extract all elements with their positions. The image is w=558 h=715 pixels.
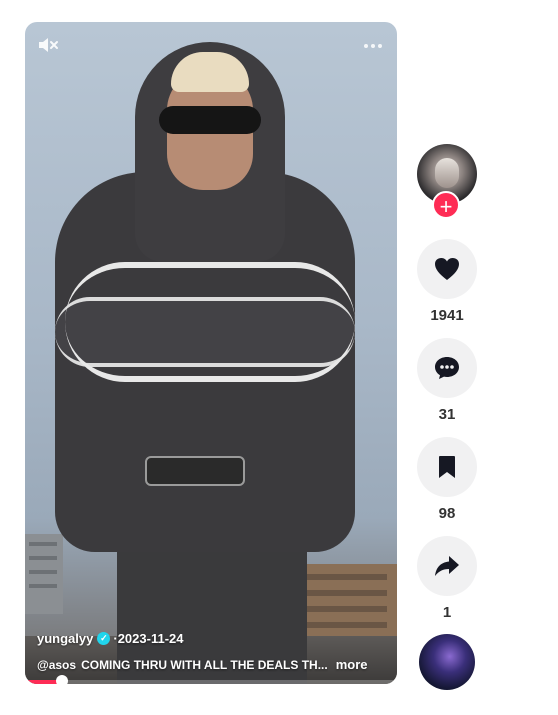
video-frame-sunglasses xyxy=(159,106,261,134)
music-disc[interactable] xyxy=(419,634,475,690)
post-date: 2023-11-24 xyxy=(117,631,184,646)
plus-icon: + xyxy=(439,194,453,219)
save-count: 98 xyxy=(438,505,456,522)
share-count: 1 xyxy=(442,604,452,621)
heart-icon xyxy=(435,258,459,280)
video-player[interactable]: yungalyy ✓ · 2023-11-24 @asos COMING THR… xyxy=(25,22,397,684)
author-row: yungalyy ✓ · 2023-11-24 xyxy=(37,631,383,646)
like-count: 1941 xyxy=(430,307,464,324)
video-frame-building-left xyxy=(25,534,63,614)
volume-muted-icon[interactable] xyxy=(37,36,59,57)
author-name[interactable]: yungalyy xyxy=(37,631,93,646)
save-button[interactable] xyxy=(417,437,477,497)
follow-button[interactable]: + xyxy=(432,191,460,219)
comment-button[interactable] xyxy=(417,338,477,398)
caption-mention[interactable]: @asos xyxy=(37,658,76,672)
video-frame-stripes xyxy=(65,262,355,382)
more-options-icon[interactable] xyxy=(363,36,383,54)
progress-handle[interactable] xyxy=(56,675,69,684)
share-arrow-icon xyxy=(435,556,459,576)
verified-check-icon: ✓ xyxy=(97,632,111,645)
bookmark-icon xyxy=(439,456,455,478)
author-avatar[interactable]: + xyxy=(417,144,477,219)
comment-bubble-icon xyxy=(435,357,459,379)
share-button[interactable] xyxy=(417,536,477,596)
caption-more-button[interactable]: more xyxy=(336,657,368,672)
video-info: yungalyy ✓ · 2023-11-24 @asos COMING THR… xyxy=(37,631,383,672)
caption-row: @asos COMING THRU WITH ALL THE DEALS TH.… xyxy=(37,657,383,672)
like-button[interactable] xyxy=(417,239,477,299)
video-frame-belt xyxy=(145,456,245,486)
progress-bar[interactable] xyxy=(25,675,397,684)
comment-count: 31 xyxy=(438,406,456,423)
action-rail: + 1941 31 98 1 xyxy=(417,144,477,690)
caption-text: COMING THRU WITH ALL THE DEALS TH... xyxy=(81,657,328,672)
avatar-figure xyxy=(435,158,459,188)
